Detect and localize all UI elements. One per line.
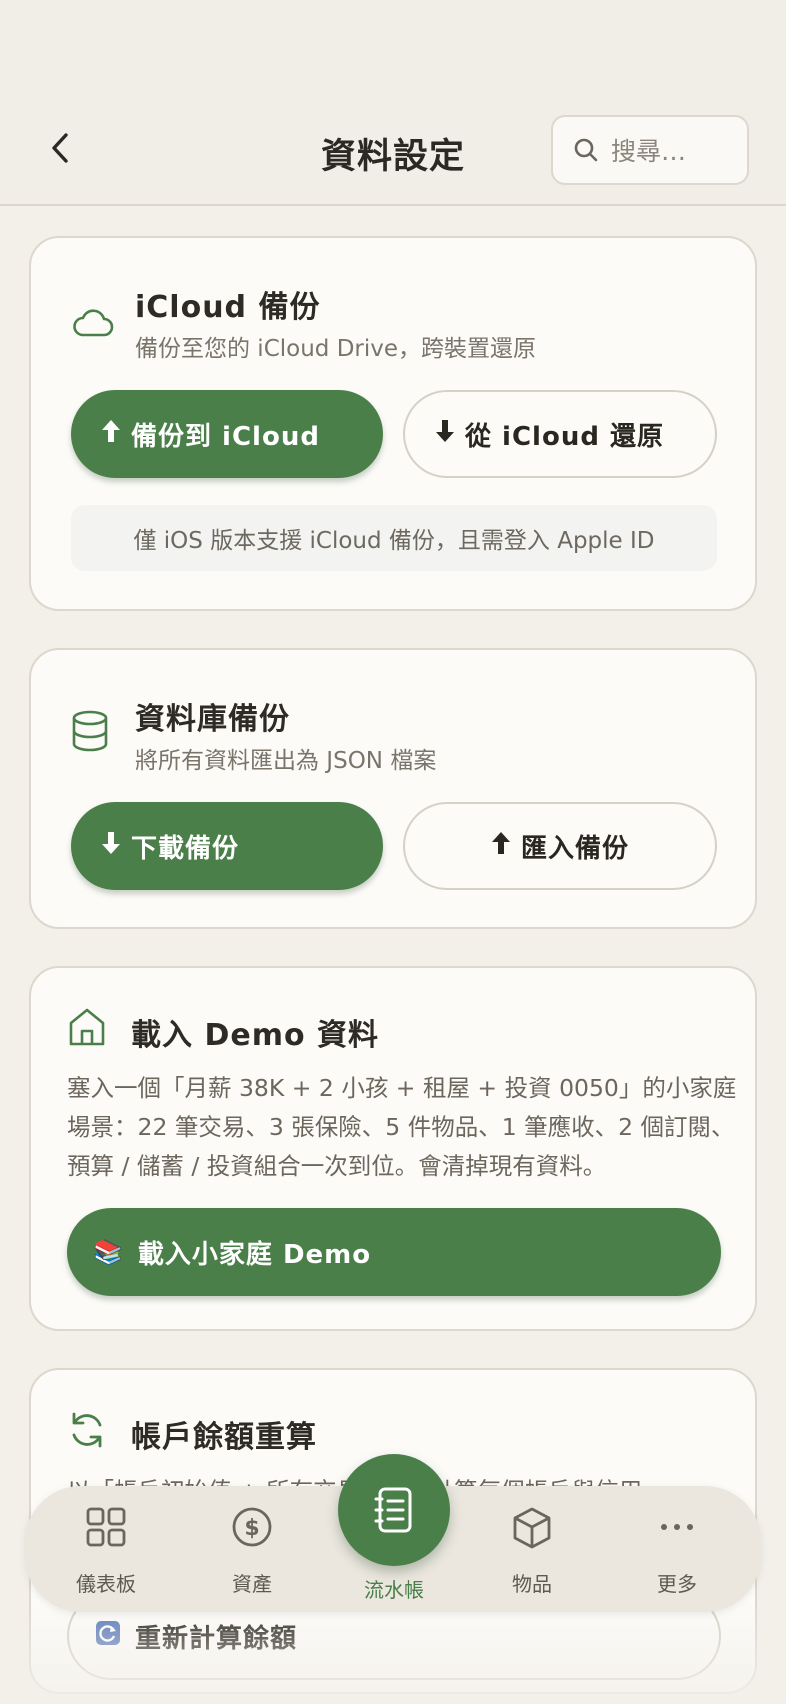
nav-item-items[interactable]: 物品: [477, 1486, 587, 1612]
card-subtitle: 將所有資料匯出為 JSON 檔案: [135, 748, 437, 774]
nav-label: 儀表板: [76, 1572, 136, 1596]
nav-label-ledger: 流水帳: [364, 1578, 424, 1602]
nav-label: 物品: [512, 1572, 552, 1596]
nav-label: 資產: [232, 1572, 272, 1596]
load-demo-button[interactable]: 📚 載入小家庭 Demo: [67, 1208, 721, 1296]
back-button[interactable]: [40, 126, 80, 170]
arrow-up-icon: [101, 418, 121, 451]
box-icon: [513, 1507, 551, 1549]
chevron-left-icon: [52, 133, 68, 163]
search-placeholder: 搜尋…: [611, 137, 687, 166]
button-label: 備份到 iCloud: [131, 421, 320, 452]
search-icon: [574, 138, 598, 162]
button-label: 重新計算餘額: [135, 1623, 298, 1654]
card-subtitle: 備份至您的 iCloud Drive，跨裝置還原: [135, 336, 537, 362]
home-icon: [69, 1008, 105, 1046]
search-input[interactable]: 搜尋…: [551, 115, 749, 185]
database-backup-card: 資料庫備份 將所有資料匯出為 JSON 檔案 下載備份 匯入備份: [29, 648, 757, 929]
button-label: 匯入備份: [520, 833, 629, 864]
nav-label: 更多: [657, 1572, 697, 1596]
top-bar: 資料設定 搜尋…: [0, 0, 786, 206]
card-title: iCloud 備份: [135, 290, 321, 325]
nav-item-dashboard[interactable]: 儀表板: [51, 1486, 161, 1612]
card-title: 載入 Demo 資料: [131, 1018, 380, 1053]
arrow-down-icon: [101, 830, 121, 863]
arrow-down-icon: [435, 418, 455, 451]
download-backup-button[interactable]: 下載備份: [71, 802, 383, 890]
button-label: 下載備份: [131, 833, 240, 864]
more-icon: [661, 1524, 693, 1530]
refresh-icon: [72, 1412, 102, 1448]
nav-item-assets[interactable]: $ 資產: [197, 1486, 307, 1612]
card-title: 帳戶餘額重算: [131, 1420, 317, 1455]
grid-icon: [86, 1507, 126, 1547]
books-icon: 📚: [93, 1238, 124, 1266]
cloud-icon: [73, 309, 114, 337]
card-title: 資料庫備份: [135, 702, 290, 737]
card-description: 塞入一個「月薪 38K + 2 小孩 + 租屋 + 投資 0050」的小家庭場景…: [67, 1074, 737, 1180]
button-label: 從 iCloud 還原: [465, 421, 664, 452]
icloud-backup-card: iCloud 備份 備份至您的 iCloud Drive，跨裝置還原 備份到 i…: [29, 236, 757, 611]
nav-item-ledger[interactable]: [338, 1454, 450, 1566]
demo-data-card: 載入 Demo 資料 塞入一個「月薪 38K + 2 小孩 + 租屋 + 投資 …: [29, 966, 757, 1331]
restore-from-icloud-button[interactable]: 從 iCloud 還原: [403, 390, 717, 478]
refresh-small-icon: [95, 1620, 121, 1653]
ledger-icon: [374, 1487, 412, 1533]
dollar-icon: $: [232, 1507, 272, 1547]
arrow-up-icon: [491, 830, 511, 863]
button-label: 載入小家庭 Demo: [137, 1239, 372, 1270]
nav-item-more[interactable]: 更多: [622, 1486, 732, 1612]
ios-only-note: 僅 iOS 版本支援 iCloud 備份，且需登入 Apple ID: [71, 505, 717, 571]
import-backup-button[interactable]: 匯入備份: [403, 802, 717, 890]
svg-text:$: $: [244, 1516, 259, 1541]
backup-to-icloud-button[interactable]: 備份到 iCloud: [71, 390, 383, 478]
database-icon: [72, 710, 108, 752]
